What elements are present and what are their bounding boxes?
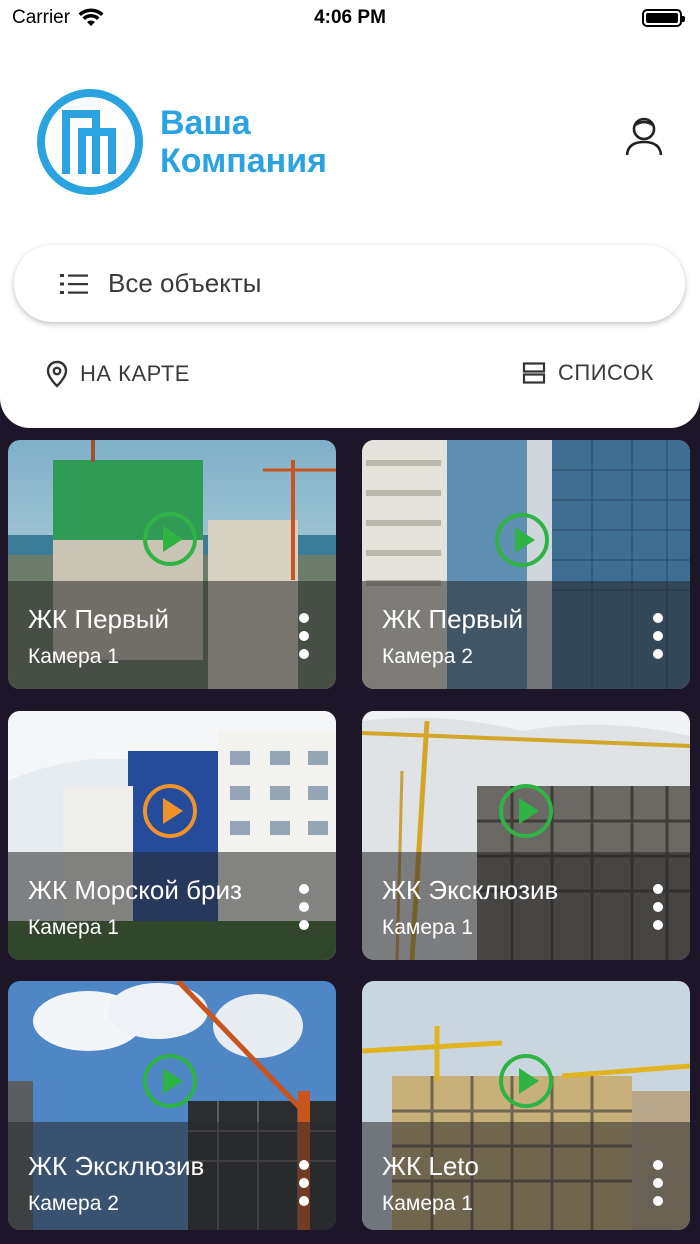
- list-icon: [60, 273, 88, 294]
- carrier-label: Carrier: [12, 7, 71, 28]
- camera-object-name: ЖК Первый: [382, 604, 524, 634]
- user-icon: [625, 117, 663, 156]
- camera-card[interactable]: ЖК Leto Камера 1: [362, 981, 690, 1230]
- list-view-icon: [522, 362, 546, 384]
- company-logo: Ваша Компания: [36, 88, 327, 196]
- clock: 4:06 PM: [314, 7, 386, 28]
- camera-object-name: ЖК Эксклюзив: [382, 875, 559, 905]
- camera-object-name: ЖК Эксклюзив: [28, 1151, 205, 1181]
- play-icon[interactable]: [498, 783, 554, 839]
- card-caption-overlay: [362, 852, 690, 960]
- header-panel: Carrier 4:06 PM Ваша Компания Все объект…: [0, 0, 700, 428]
- play-icon[interactable]: [142, 511, 198, 567]
- camera-card[interactable]: ЖК Морской бриз Камера 1: [8, 711, 336, 960]
- logo-line-2: Компания: [160, 142, 327, 180]
- status-bar: Carrier 4:06 PM: [0, 0, 700, 36]
- camera-object-name: ЖК Первый: [28, 604, 170, 634]
- camera-name: Камера 1: [382, 916, 473, 939]
- play-icon[interactable]: [494, 512, 550, 568]
- camera-card[interactable]: ЖК Эксклюзив Камера 2: [8, 981, 336, 1230]
- more-options-icon[interactable]: [298, 613, 310, 659]
- list-view-label: СПИСОК: [558, 360, 654, 385]
- card-caption-overlay: [362, 581, 690, 689]
- map-view-label: НА КАРТЕ: [80, 361, 190, 386]
- camera-name: Камера 1: [28, 916, 119, 939]
- camera-name: Камера 2: [28, 1192, 119, 1215]
- list-view-button[interactable]: СПИСОК: [522, 360, 654, 386]
- map-pin-icon: [46, 360, 68, 388]
- filter-label: Все объекты: [108, 268, 262, 298]
- more-options-icon[interactable]: [652, 884, 664, 930]
- wifi-icon: [78, 8, 104, 26]
- camera-name: Камера 1: [382, 1192, 473, 1215]
- camera-object-name: ЖК Морской бриз: [28, 875, 242, 905]
- object-filter-dropdown[interactable]: Все объекты: [14, 245, 685, 322]
- card-caption-overlay: [8, 581, 336, 689]
- logo-mark-icon: [37, 89, 143, 195]
- camera-name: Камера 2: [382, 645, 473, 668]
- card-caption-overlay: [8, 852, 336, 960]
- logo-line-1: Ваша: [160, 104, 251, 142]
- camera-card[interactable]: ЖК Первый Камера 1: [8, 440, 336, 689]
- more-options-icon[interactable]: [298, 884, 310, 930]
- more-options-icon[interactable]: [298, 1160, 310, 1206]
- camera-name: Камера 1: [28, 645, 119, 668]
- profile-button[interactable]: [620, 112, 668, 160]
- camera-card[interactable]: ЖК Первый Камера 2: [362, 440, 690, 689]
- play-icon[interactable]: [142, 783, 198, 839]
- more-options-icon[interactable]: [652, 613, 664, 659]
- camera-object-name: ЖК Leto: [382, 1151, 479, 1181]
- play-icon[interactable]: [498, 1053, 554, 1109]
- more-options-icon[interactable]: [652, 1160, 664, 1206]
- map-view-button[interactable]: НА КАРТЕ: [46, 360, 190, 388]
- battery-icon: [642, 9, 685, 27]
- play-icon[interactable]: [142, 1053, 198, 1109]
- camera-card[interactable]: ЖК Эксклюзив Камера 1: [362, 711, 690, 960]
